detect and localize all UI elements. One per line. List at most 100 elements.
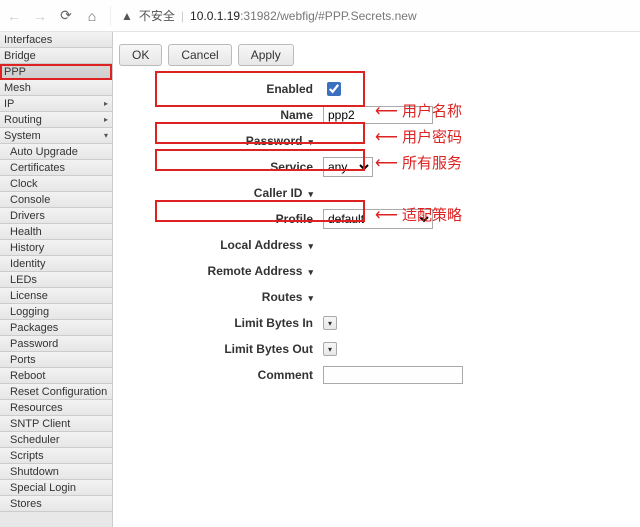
form: Enabled Name Password Service any <box>113 76 640 388</box>
sidebar-item-label: Interfaces <box>4 32 52 48</box>
sidebar-item-label: Drivers <box>10 208 45 224</box>
sidebar-item-reboot[interactable]: Reboot <box>0 368 112 384</box>
limit-bytes-out-label: Limit Bytes Out <box>113 342 323 356</box>
sidebar: InterfacesBridgePPPMeshIP▸Routing▸System… <box>0 32 113 527</box>
local-address-label: Local Address <box>113 238 323 252</box>
sidebar-item-interfaces[interactable]: Interfaces <box>0 32 112 48</box>
sidebar-item-packages[interactable]: Packages <box>0 320 112 336</box>
arrow-icon: ⟵ <box>375 153 398 173</box>
sidebar-item-label: SNTP Client <box>10 416 70 432</box>
sidebar-item-label: PPP <box>4 64 26 80</box>
warning-icon: ▲ <box>121 9 133 23</box>
sidebar-item-console[interactable]: Console <box>0 192 112 208</box>
chevron-down-icon: ▾ <box>104 128 108 144</box>
sidebar-item-label: Stores <box>10 496 42 512</box>
sidebar-item-ports[interactable]: Ports <box>0 352 112 368</box>
sidebar-item-resources[interactable]: Resources <box>0 400 112 416</box>
sidebar-item-reset-configuration[interactable]: Reset Configuration <box>0 384 112 400</box>
sidebar-item-label: Routing <box>4 112 42 128</box>
enabled-checkbox[interactable] <box>327 82 341 96</box>
home-icon[interactable]: ⌂ <box>84 8 100 24</box>
sidebar-item-label: Packages <box>10 320 58 336</box>
sidebar-item-special-login[interactable]: Special Login <box>0 480 112 496</box>
sidebar-item-identity[interactable]: Identity <box>0 256 112 272</box>
sidebar-item-routing[interactable]: Routing ▸ <box>0 112 112 128</box>
sidebar-item-ppp[interactable]: PPP <box>0 64 112 80</box>
sidebar-item-label: Identity <box>10 256 45 272</box>
sidebar-item-auto-upgrade[interactable]: Auto Upgrade <box>0 144 112 160</box>
sidebar-item-stores[interactable]: Stores <box>0 496 112 512</box>
remote-address-label: Remote Address <box>113 264 323 278</box>
chevron-right-icon: ▸ <box>104 112 108 128</box>
action-buttons: OK Cancel Apply <box>113 44 640 66</box>
arrow-icon: ⟵ <box>375 127 398 147</box>
apply-button[interactable]: Apply <box>238 44 294 66</box>
sidebar-item-label: Logging <box>10 304 49 320</box>
sidebar-item-logging[interactable]: Logging <box>0 304 112 320</box>
caller-id-label: Caller ID <box>113 186 323 200</box>
sidebar-item-scheduler[interactable]: Scheduler <box>0 432 112 448</box>
arrow-icon: ⟵ <box>375 101 398 121</box>
annotation-profile: ⟵适配策略 <box>375 204 462 225</box>
sidebar-item-label: Password <box>10 336 58 352</box>
content-panel: OK Cancel Apply Enabled Name Password Se… <box>113 32 640 527</box>
sidebar-item-label: Shutdown <box>10 464 59 480</box>
sidebar-item-sntp-client[interactable]: SNTP Client <box>0 416 112 432</box>
reload-icon[interactable]: ⟳ <box>58 7 74 24</box>
limit-bytes-in-disclose[interactable]: ▾ <box>323 316 337 330</box>
sidebar-item-label: History <box>10 240 44 256</box>
comment-label: Comment <box>113 368 323 382</box>
address-bar[interactable]: ▲ 不安全 | 10.0.1.19:31982/webfig/#PPP.Secr… <box>110 6 634 26</box>
limit-bytes-out-disclose[interactable]: ▾ <box>323 342 337 356</box>
password-label: Password <box>113 134 323 148</box>
url: 10.0.1.19:31982/webfig/#PPP.Secrets.new <box>190 9 417 23</box>
sidebar-item-label: System <box>4 128 41 144</box>
browser-toolbar: ← → ⟳ ⌂ ▲ 不安全 | 10.0.1.19:31982/webfig/#… <box>0 0 640 32</box>
sidebar-item-certificates[interactable]: Certificates <box>0 160 112 176</box>
name-label: Name <box>113 108 323 122</box>
sidebar-item-ip[interactable]: IP ▸ <box>0 96 112 112</box>
enabled-label: Enabled <box>113 82 323 96</box>
service-label: Service <box>113 160 323 174</box>
sidebar-item-label: Health <box>10 224 42 240</box>
sidebar-item-drivers[interactable]: Drivers <box>0 208 112 224</box>
sidebar-item-label: Reboot <box>10 368 45 384</box>
sidebar-item-label: Special Login <box>10 480 76 496</box>
back-icon[interactable]: ← <box>6 8 22 24</box>
arrow-icon: ⟵ <box>375 205 398 225</box>
profile-label: Profile <box>113 212 323 226</box>
sidebar-item-clock[interactable]: Clock <box>0 176 112 192</box>
forward-icon[interactable]: → <box>32 8 48 24</box>
sidebar-item-label: Auto Upgrade <box>10 144 78 160</box>
sidebar-item-label: Console <box>10 192 50 208</box>
sidebar-item-history[interactable]: History <box>0 240 112 256</box>
comment-input[interactable] <box>323 366 463 384</box>
sidebar-item-leds[interactable]: LEDs <box>0 272 112 288</box>
annotation-password: ⟵用户密码 <box>375 126 462 147</box>
annotation-name: ⟵用户名称 <box>375 100 462 121</box>
cancel-button[interactable]: Cancel <box>168 44 231 66</box>
sidebar-item-password[interactable]: Password <box>0 336 112 352</box>
sidebar-item-label: Resources <box>10 400 63 416</box>
sidebar-item-shutdown[interactable]: Shutdown <box>0 464 112 480</box>
routes-label: Routes <box>113 290 323 304</box>
sidebar-item-label: Scheduler <box>10 432 60 448</box>
chevron-right-icon: ▸ <box>104 96 108 112</box>
sidebar-item-label: Reset Configuration <box>10 384 107 400</box>
sidebar-item-license[interactable]: License <box>0 288 112 304</box>
sidebar-item-label: Clock <box>10 176 38 192</box>
security-label: 不安全 <box>139 7 175 24</box>
sidebar-item-scripts[interactable]: Scripts <box>0 448 112 464</box>
sidebar-item-label: Scripts <box>10 448 44 464</box>
sidebar-item-label: IP <box>4 96 14 112</box>
sidebar-item-health[interactable]: Health <box>0 224 112 240</box>
sidebar-item-system[interactable]: System ▾ <box>0 128 112 144</box>
sidebar-item-mesh[interactable]: Mesh <box>0 80 112 96</box>
service-select[interactable]: any <box>323 157 373 177</box>
sidebar-item-label: Bridge <box>4 48 36 64</box>
sidebar-item-bridge[interactable]: Bridge <box>0 48 112 64</box>
sidebar-item-label: Mesh <box>4 80 31 96</box>
ok-button[interactable]: OK <box>119 44 162 66</box>
sidebar-item-label: LEDs <box>10 272 37 288</box>
limit-bytes-in-label: Limit Bytes In <box>113 316 323 330</box>
